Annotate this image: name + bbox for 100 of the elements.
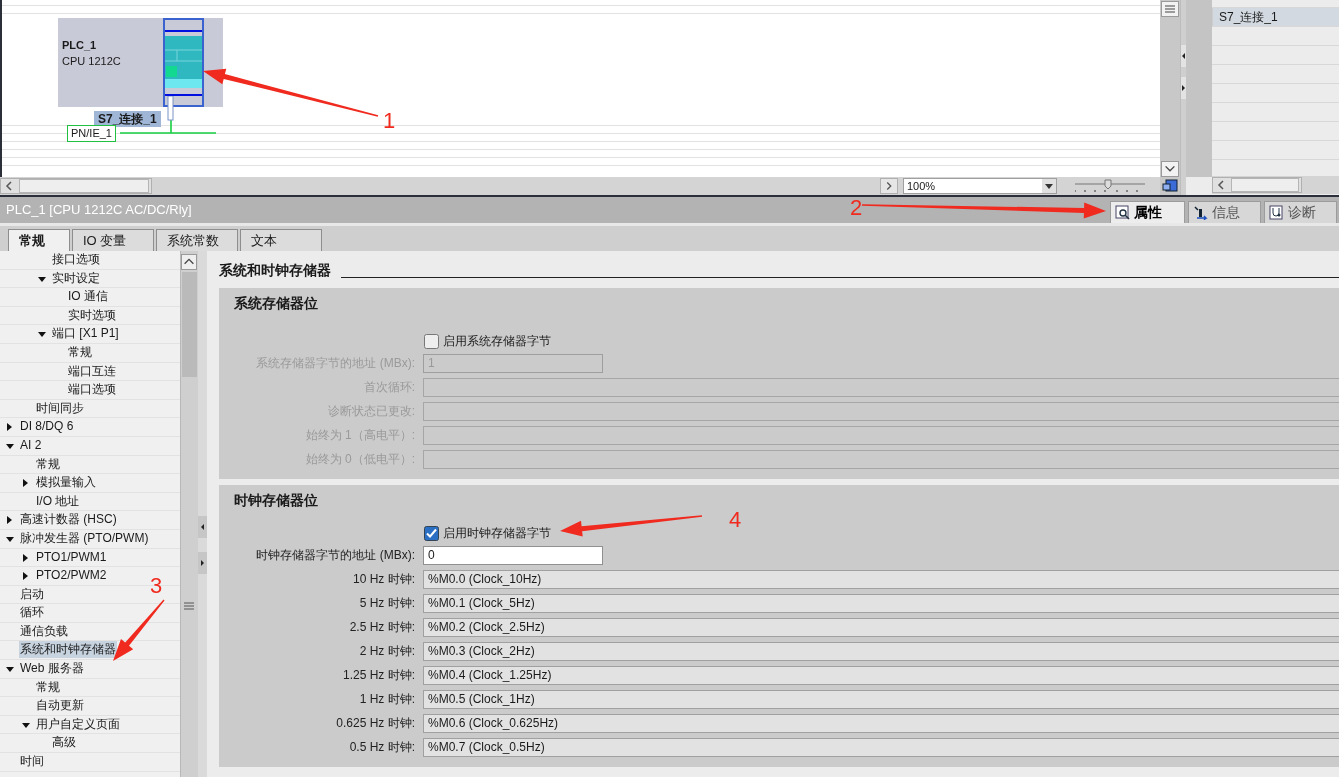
panel-tab[interactable]: 信息 (1188, 201, 1261, 223)
tree-item[interactable]: 端口互连 (67, 362, 117, 380)
tab[interactable]: 常规 (8, 229, 70, 251)
field-label: 1.25 Hz 时钟: (341, 667, 416, 684)
collapsed-triangle-icon[interactable] (6, 516, 14, 525)
field-label: 0.5 Hz 时钟: (348, 739, 416, 756)
zoom-slider[interactable] (1075, 179, 1145, 193)
input-field[interactable] (423, 425, 1339, 445)
tree-item[interactable]: 用户自定义页面 (35, 715, 121, 733)
tree-item[interactable]: 实时设定 (51, 269, 101, 287)
horizontal-scrollbar[interactable] (1212, 177, 1302, 193)
vertical-scrollbar[interactable] (180, 251, 198, 777)
collapsed-triangle-icon[interactable] (22, 553, 30, 562)
tree-item[interactable]: PTO1/PWM1 (35, 548, 108, 566)
overview-icon[interactable] (1162, 179, 1178, 193)
tree-item[interactable]: 端口 [X1 P1] (51, 325, 120, 343)
collapse-left-icon[interactable] (1181, 45, 1186, 67)
zoom-select[interactable]: 100% (903, 178, 1057, 194)
checkbox[interactable] (424, 525, 439, 541)
tree-item[interactable]: 常规 (67, 343, 93, 361)
tree-item[interactable]: 系统和时钟存储器 (19, 641, 117, 659)
input-field[interactable]: %M0.1 (Clock_5Hz) (423, 593, 1339, 613)
checkbox[interactable] (424, 333, 439, 349)
expanded-triangle-icon[interactable] (6, 665, 14, 674)
field-label: 2.5 Hz 时钟: (348, 619, 416, 636)
input-field[interactable] (423, 401, 1339, 421)
tree-item[interactable]: 时间 (19, 753, 45, 771)
device-name: PLC_1 (62, 38, 97, 53)
collapse-left-icon[interactable] (198, 516, 207, 538)
input-field[interactable]: %M0.4 (Clock_1.25Hz) (423, 665, 1339, 685)
tree-item[interactable]: 高级 (51, 734, 77, 752)
tree-item[interactable]: 模拟量输入 (35, 474, 97, 492)
tree-item[interactable]: 常规 (35, 678, 61, 696)
section-title: 系统存储器位 (234, 294, 319, 313)
zoom-value: 100% (906, 178, 937, 194)
expanded-triangle-icon[interactable] (6, 534, 14, 543)
tree-item[interactable]: PTO2/PWM2 (35, 567, 108, 585)
tree-item[interactable]: DI 8/DQ 6 (19, 418, 75, 436)
panel-tab[interactable]: 诊断 (1264, 201, 1337, 223)
cpu-module-drawing[interactable] (163, 18, 205, 107)
expanded-triangle-icon[interactable] (22, 720, 30, 729)
tree-item[interactable]: 接口选项 (51, 251, 101, 268)
inspector-title: PLC_1 [CPU 1212C AC/DC/Rly] (5, 201, 192, 220)
tree-item[interactable]: 启动 (19, 585, 45, 603)
tree-item[interactable]: IO 通信 (67, 288, 109, 306)
input-field[interactable]: %M0.2 (Clock_2.5Hz) (423, 617, 1339, 637)
tree-item[interactable]: 高速计数器 (HSC) (19, 511, 118, 529)
tree-item[interactable]: 端口选项 (67, 381, 117, 399)
tree-item[interactable]: 实时选项 (67, 306, 117, 324)
collapse-right-icon[interactable] (1181, 77, 1186, 99)
input-field[interactable]: %M0.7 (Clock_0.5Hz) (423, 737, 1339, 757)
grip-icon[interactable] (181, 602, 197, 610)
tree-item[interactable]: AI 2 (19, 436, 43, 454)
field-label: 10 Hz 时钟: (352, 571, 416, 588)
input-field[interactable] (423, 449, 1339, 469)
scroll-thumb[interactable] (182, 272, 197, 377)
expanded-triangle-icon[interactable] (38, 274, 46, 283)
input-field[interactable]: %M0.3 (Clock_2Hz) (423, 641, 1339, 661)
tree-item[interactable]: Web 服务器 (19, 660, 85, 678)
input-field[interactable]: 0 (423, 545, 603, 565)
tree-item[interactable]: I/O 地址 (35, 492, 81, 510)
tree-item[interactable]: 自动更新 (35, 697, 85, 715)
tree-item[interactable]: 通信负载 (19, 622, 69, 640)
panel-tab[interactable]: 属性 (1110, 201, 1185, 223)
stethoscope-icon (1269, 205, 1284, 220)
scroll-thumb[interactable] (19, 179, 149, 193)
annotation-number: 2 (850, 196, 863, 220)
expanded-triangle-icon[interactable] (6, 441, 14, 450)
collapsed-triangle-icon[interactable] (22, 572, 30, 581)
plc-device[interactable]: PLC_1 CPU 1212C (58, 18, 223, 107)
collapsed-triangle-icon[interactable] (6, 423, 14, 432)
slider-thumb[interactable] (1103, 179, 1112, 190)
field-label: 0.625 Hz 时钟: (335, 715, 416, 732)
magnifier-icon (1115, 205, 1130, 220)
input-field[interactable]: %M0.6 (Clock_0.625Hz) (423, 713, 1339, 733)
tab[interactable]: 系统常数 (156, 229, 238, 251)
scroll-thumb[interactable] (1231, 178, 1299, 192)
horizontal-scrollbar[interactable] (0, 178, 152, 194)
field-label: 时钟存储器字节的地址 (MBx): (255, 547, 416, 564)
collapse-right-icon[interactable] (198, 552, 207, 574)
network-label[interactable]: PN/IE_1 (67, 125, 116, 142)
connection-label[interactable]: S7_连接_1 (94, 111, 161, 127)
expanded-triangle-icon[interactable] (38, 330, 46, 339)
annotation-number: 1 (383, 109, 396, 133)
tree-item[interactable]: 时间同步 (35, 399, 85, 417)
table-cell: S7_连接_1 (1212, 8, 1278, 26)
input-field[interactable]: %M0.5 (Clock_1Hz) (423, 689, 1339, 709)
tree-item[interactable]: 循环 (19, 604, 45, 622)
checkbox-label: 启用时钟存储器字节 (443, 525, 551, 542)
collapsed-triangle-icon[interactable] (22, 479, 30, 488)
input-field[interactable]: %M0.0 (Clock_10Hz) (423, 569, 1339, 589)
annotation-arrow (113, 599, 165, 661)
tree-item[interactable]: 常规 (35, 455, 61, 473)
input-field[interactable] (423, 377, 1339, 397)
section-title: 时钟存储器位 (234, 491, 319, 510)
tab[interactable]: 文本 (240, 229, 322, 251)
field-label: 5 Hz 时钟: (358, 595, 416, 612)
tab[interactable]: IO 变量 (72, 229, 154, 251)
tree-item[interactable]: 脉冲发生器 (PTO/PWM) (19, 529, 150, 547)
table-row[interactable]: S7_连接_1 (1212, 8, 1339, 27)
